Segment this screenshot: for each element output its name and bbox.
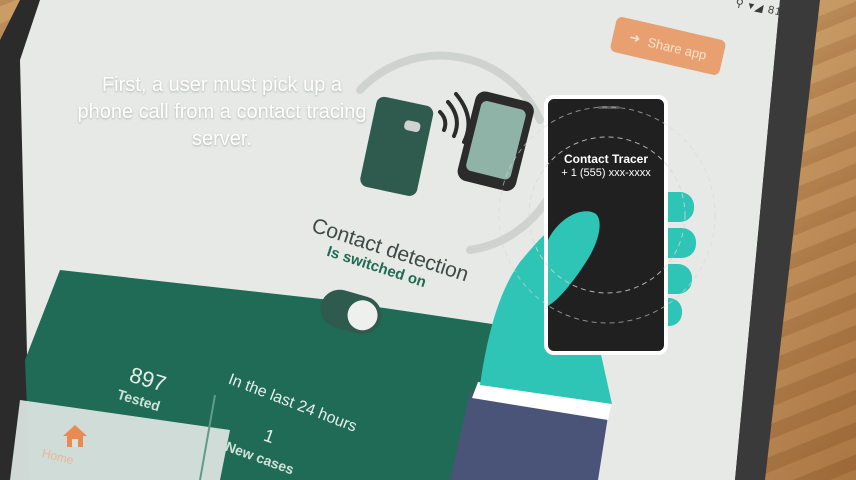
caller-name: Contact Tracer [563,152,649,166]
phone-speaker [598,106,620,109]
caller-number: + 1 (555) xxx-xxxx [561,167,651,179]
incoming-call-phone [544,95,668,355]
hand-illustration [450,192,696,480]
